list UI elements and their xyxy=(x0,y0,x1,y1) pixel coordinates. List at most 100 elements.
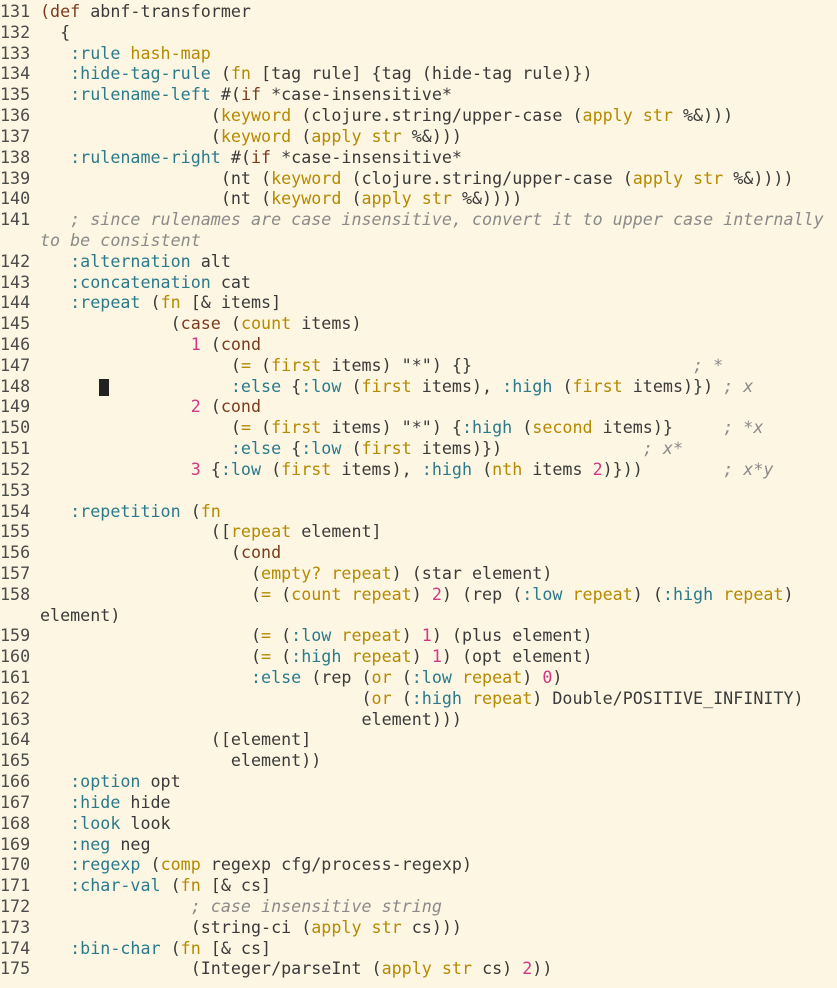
code-line[interactable]: 164 ([element] xyxy=(0,729,837,750)
code-line[interactable]: 170 :regexp (comp regexp cfg/process-reg… xyxy=(0,854,837,875)
code-token: (clojure.string/upper-case ( xyxy=(301,105,583,126)
code-token: ) xyxy=(411,646,432,667)
code-line[interactable]: 138 :rulename-right #(if *case-insensiti… xyxy=(0,147,837,168)
code-line[interactable]: 144 :repeat (fn [& items] xyxy=(0,292,837,313)
code-line[interactable]: 163 element))) xyxy=(0,709,837,730)
code-line[interactable]: 141 ; since rulenames are case insensiti… xyxy=(0,209,837,230)
code-line[interactable]: 148 :else {:low (first items), :high (fi… xyxy=(0,376,837,397)
line-number: 152 xyxy=(0,458,31,479)
line-number: 168 xyxy=(0,812,31,833)
code-text: 3 {:low (first items), :high (nth items … xyxy=(40,458,774,480)
code-line[interactable]: 140 (nt (keyword (apply str %&)))) xyxy=(0,188,837,209)
code-token: 3 xyxy=(190,458,211,479)
code-token: ( xyxy=(482,458,493,479)
code-line[interactable]: 171 :char-val (fn [& cs] xyxy=(0,875,837,896)
line-number: 173 xyxy=(0,916,31,937)
code-token: repeat xyxy=(351,646,412,667)
code-line[interactable]: 155 ([repeat element] xyxy=(0,521,837,542)
code-text: :else {:low (first items), :high (first … xyxy=(40,376,753,397)
code-line[interactable]: 136 (keyword (clojure.string/upper-case … xyxy=(0,105,837,126)
code-line[interactable]: 146 1 (cond xyxy=(0,334,837,355)
line-number: 172 xyxy=(0,895,31,916)
code-token: = xyxy=(261,625,282,646)
code-line[interactable]: 133 :rule hash-map xyxy=(0,43,837,64)
code-token: :low xyxy=(220,458,272,479)
code-line[interactable]: 153 xyxy=(0,480,837,501)
code-token: :rule xyxy=(70,42,131,63)
code-line[interactable]: 173 (string-ci (apply str cs))) xyxy=(0,917,837,938)
code-line[interactable]: 139 (nt (keyword (clojure.string/upper-c… xyxy=(0,168,837,189)
code-token: 1 xyxy=(431,646,442,667)
code-line[interactable]: 149 2 (cond xyxy=(0,396,837,417)
code-line[interactable]: 143 :concatenation cat xyxy=(0,272,837,293)
code-token: (clojure.string/upper-case ( xyxy=(351,167,633,188)
code-text: :neg neg xyxy=(40,834,150,855)
code-token: ; case insensitive string xyxy=(40,895,442,916)
code-token: ( xyxy=(150,292,161,313)
code-line[interactable]: 169 :neg neg xyxy=(0,834,837,855)
code-token: ; * xyxy=(693,354,724,375)
line-number: 148 xyxy=(0,375,31,396)
code-token: comp xyxy=(160,854,211,875)
code-line[interactable]: 167 :hide hide xyxy=(0,792,837,813)
code-line[interactable]: 135 :rulename-left #(if *case-insensitiv… xyxy=(0,84,837,105)
code-text: (= (first items) "*") {} ; * xyxy=(40,355,723,376)
code-token: ( xyxy=(351,438,362,459)
code-token: cs) xyxy=(482,958,523,979)
code-token: [& cs] xyxy=(210,937,272,958)
code-line[interactable]: 159 (= (:low repeat) 1) (plus element) xyxy=(0,625,837,646)
code-token: :hide xyxy=(70,791,131,812)
code-token: = xyxy=(261,583,282,604)
code-token: keyword xyxy=(220,105,302,126)
line-number: 150 xyxy=(0,417,31,438)
code-line[interactable]: 147 (= (first items) "*") {} ; * xyxy=(0,355,837,376)
code-token: :concatenation xyxy=(70,271,221,292)
code-token: 1 xyxy=(190,334,211,354)
code-token: ( xyxy=(40,625,262,646)
code-line[interactable]: 131 (def abnf-transformer xyxy=(0,1,837,22)
line-number: 145 xyxy=(0,313,31,334)
code-line[interactable]: 142 :alternation alt xyxy=(0,251,837,272)
code-token: :rulename-left xyxy=(70,84,221,105)
code-line[interactable]: 165 element)) xyxy=(0,750,837,771)
code-token: = xyxy=(261,646,282,667)
code-line[interactable]: 150 (= (first items) "*") {:high (second… xyxy=(0,417,837,438)
code-line[interactable]: 161 :else (rep (or (:low repeat) 0) xyxy=(0,667,837,688)
code-line[interactable]: 168 :look look xyxy=(0,813,837,834)
code-editor[interactable]: 131 (def abnf-transformer 132 {133 :rule h… xyxy=(0,0,837,988)
line-number: 151 xyxy=(0,438,31,459)
code-line[interactable]: 166 :option opt xyxy=(0,771,837,792)
code-text: :else {:low (first items)}) ; x* xyxy=(40,438,683,459)
code-token: fn xyxy=(200,500,221,521)
code-line[interactable]: 151 :else {:low (first items)}) ; x* xyxy=(0,438,837,459)
code-line[interactable]: 132 { xyxy=(0,22,837,43)
code-token: items) "*") { xyxy=(331,417,462,438)
code-token: ) xyxy=(522,667,543,687)
code-line[interactable]: 158 (= (count repeat) 2) (rep (:low repe… xyxy=(0,584,837,605)
code-token: repeat xyxy=(341,625,402,646)
code-line-wrap: to be consistent xyxy=(0,230,837,251)
code-token: ( xyxy=(281,583,292,604)
code-line[interactable]: 134 :hide-tag-rule (fn [tag rule] {tag (… xyxy=(0,63,837,84)
line-number: 174 xyxy=(0,937,31,958)
code-token: ( xyxy=(40,417,241,438)
code-line[interactable]: 156 (cond xyxy=(0,542,837,563)
code-line[interactable]: 162 (or (:high repeat) Double/POSITIVE_I… xyxy=(0,688,837,709)
code-line[interactable]: 175 (Integer/parseInt (apply str cs) 2)) xyxy=(0,958,837,979)
code-line[interactable]: 145 (case (count items) xyxy=(0,313,837,334)
code-line[interactable]: 172 ; case insensitive string xyxy=(0,896,837,917)
code-line[interactable]: 152 3 {:low (first items), :high (nth it… xyxy=(0,459,837,480)
code-line[interactable]: 154 :repetition (fn xyxy=(0,501,837,522)
code-line[interactable]: 160 (= (:high repeat) 1) (opt element) xyxy=(0,646,837,667)
code-token: (nt ( xyxy=(40,188,272,209)
code-line[interactable]: 157 (empty? repeat) (star element) xyxy=(0,563,837,584)
code-token: first xyxy=(271,417,332,438)
code-token: #( xyxy=(220,84,241,105)
code-line[interactable]: 174 :bin-char (fn [& cs] xyxy=(0,938,837,959)
code-token: repeat xyxy=(230,521,302,542)
code-token: :low xyxy=(301,375,352,396)
code-line[interactable]: 137 (keyword (apply str %&))) xyxy=(0,126,837,147)
